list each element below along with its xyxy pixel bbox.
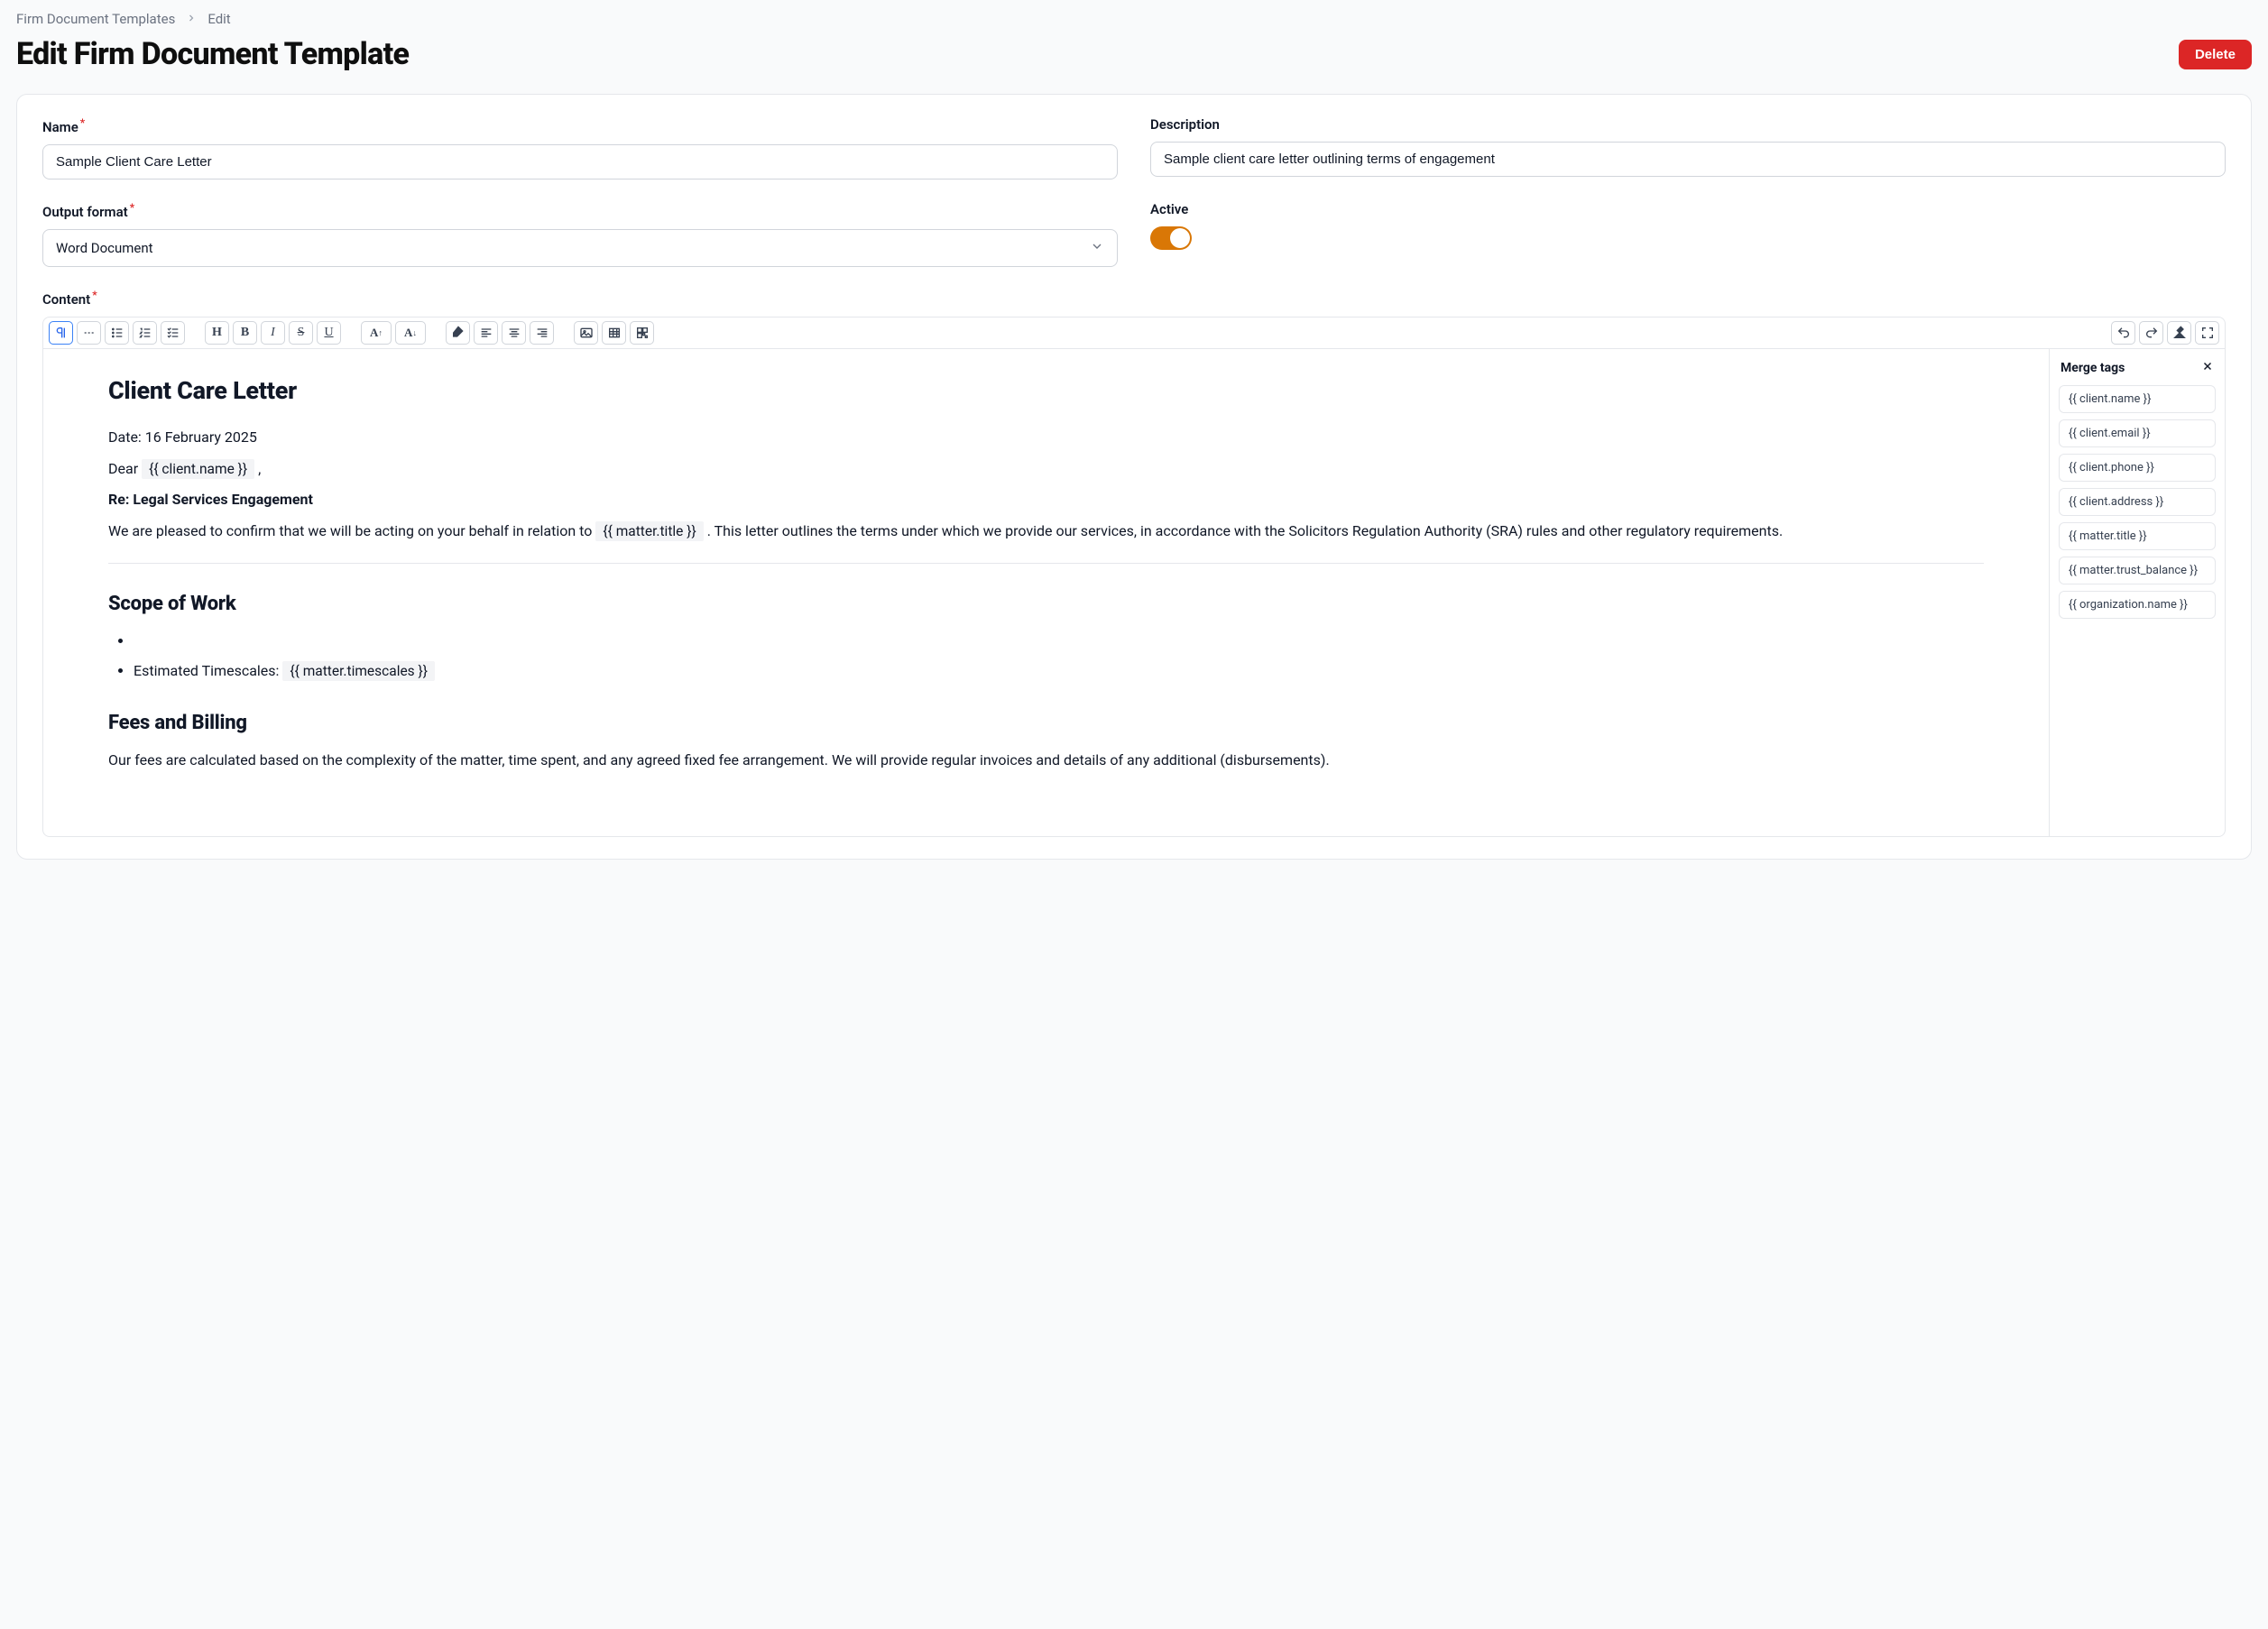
bullet-list-icon[interactable] bbox=[105, 321, 129, 345]
output-format-label: Output format bbox=[42, 201, 1118, 220]
clear-format-icon[interactable] bbox=[2167, 321, 2191, 345]
breadcrumb-current: Edit bbox=[207, 11, 230, 27]
merge-tag-item[interactable]: {{ client.name }} bbox=[2059, 385, 2216, 413]
active-group: Active bbox=[1150, 201, 2226, 267]
merge-tag-item[interactable]: {{ client.phone }} bbox=[2059, 454, 2216, 482]
strikethrough-icon[interactable]: S bbox=[289, 321, 313, 345]
editor-body: Client Care Letter Date: 16 February 202… bbox=[43, 349, 2225, 836]
fullscreen-icon[interactable] bbox=[2195, 321, 2219, 345]
form-row-1: Name Description bbox=[42, 116, 2226, 179]
output-format-select[interactable]: Word Document bbox=[42, 229, 1118, 267]
image-icon[interactable] bbox=[574, 321, 598, 345]
merge-tags-panel: Merge tags {{ client.name }} {{ client.em… bbox=[2049, 349, 2225, 836]
output-format-group: Output format Word Document bbox=[42, 201, 1118, 267]
description-input[interactable] bbox=[1150, 142, 2226, 177]
doc-re-line: Re: Legal Services Engagement bbox=[108, 491, 313, 508]
merge-tag-item[interactable]: {{ client.address }} bbox=[2059, 488, 2216, 516]
doc-date: Date: 16 February 2025 bbox=[108, 427, 1984, 449]
merge-code: {{ matter.title }} bbox=[595, 521, 703, 541]
name-label: Name bbox=[42, 116, 1118, 135]
doc-fees-body: Our fees are calculated based on the com… bbox=[108, 750, 1984, 772]
underline-icon[interactable]: U bbox=[317, 321, 341, 345]
undo-icon[interactable] bbox=[2111, 321, 2135, 345]
form-row-2: Output format Word Document Active bbox=[42, 201, 2226, 267]
description-label: Description bbox=[1150, 116, 2226, 133]
merge-tag-item[interactable]: {{ organization.name }} bbox=[2059, 591, 2216, 619]
align-right-icon[interactable] bbox=[530, 321, 554, 345]
breadcrumb: Firm Document Templates Edit bbox=[16, 11, 2252, 27]
toolbar-right bbox=[2111, 321, 2219, 345]
merge-tags-list: {{ client.name }} {{ client.email }} {{ cl… bbox=[2059, 385, 2216, 619]
toggle-knob bbox=[1170, 228, 1190, 248]
italic-icon[interactable]: I bbox=[261, 321, 285, 345]
chevron-right-icon bbox=[186, 11, 197, 27]
description-group: Description bbox=[1150, 116, 2226, 179]
doc-title: Client Care Letter bbox=[108, 373, 1984, 410]
editor-toolbar: H B I S U A↑ A↓ bbox=[43, 318, 2225, 349]
merge-code: {{ client.name }} bbox=[142, 459, 254, 479]
document-content[interactable]: Client Care Letter Date: 16 February 202… bbox=[43, 349, 2049, 836]
content-label: Content bbox=[42, 289, 2226, 308]
close-icon[interactable] bbox=[2201, 360, 2214, 376]
doc-scope-list: Estimated Timescales: {{ matter.timescal… bbox=[108, 630, 1984, 683]
table-icon[interactable] bbox=[602, 321, 626, 345]
output-format-value: Word Document bbox=[56, 240, 153, 256]
horizontal-rule-icon[interactable] bbox=[77, 321, 101, 345]
align-left-icon[interactable] bbox=[474, 321, 498, 345]
editor: H B I S U A↑ A↓ bbox=[42, 317, 2226, 837]
task-list-icon[interactable] bbox=[161, 321, 185, 345]
merge-tags-title: Merge tags bbox=[2061, 361, 2125, 375]
doc-scope-heading: Scope of Work bbox=[108, 589, 1984, 620]
list-item: Estimated Timescales: {{ matter.timescal… bbox=[134, 660, 1984, 683]
name-input[interactable] bbox=[42, 144, 1118, 179]
divider bbox=[108, 563, 1984, 564]
bold-icon[interactable]: B bbox=[233, 321, 257, 345]
list-item bbox=[134, 630, 1984, 653]
page-title: Edit Firm Document Template bbox=[16, 36, 409, 72]
active-label: Active bbox=[1150, 201, 2226, 217]
toolbar-left: H B I S U A↑ A↓ bbox=[49, 321, 670, 345]
merge-tag-item[interactable]: {{ matter.trust_balance }} bbox=[2059, 557, 2216, 584]
merge-code: {{ matter.timescales }} bbox=[282, 661, 435, 681]
delete-button[interactable]: Delete bbox=[2179, 40, 2252, 69]
merge-tags-icon[interactable] bbox=[630, 321, 654, 345]
numbered-list-icon[interactable] bbox=[133, 321, 157, 345]
name-group: Name bbox=[42, 116, 1118, 179]
merge-tag-item[interactable]: {{ matter.title }} bbox=[2059, 522, 2216, 550]
redo-icon[interactable] bbox=[2139, 321, 2163, 345]
heading-icon[interactable]: H bbox=[205, 321, 229, 345]
doc-intro: We are pleased to confirm that we will b… bbox=[108, 520, 1984, 543]
doc-salutation: Dear {{ client.name }} , bbox=[108, 458, 1984, 481]
font-increase-icon[interactable]: A↑ bbox=[361, 321, 392, 345]
form-card: Name Description Output format Word Docu… bbox=[16, 94, 2252, 860]
align-center-icon[interactable] bbox=[502, 321, 526, 345]
merge-tag-item[interactable]: {{ client.email }} bbox=[2059, 419, 2216, 447]
paragraph-icon[interactable] bbox=[49, 321, 73, 345]
page-header: Edit Firm Document Template Delete bbox=[16, 36, 2252, 72]
highlight-icon[interactable] bbox=[446, 321, 470, 345]
active-toggle[interactable] bbox=[1150, 226, 1192, 250]
doc-fees-heading: Fees and Billing bbox=[108, 708, 1984, 739]
content-group: Content H B I S U bbox=[42, 289, 2226, 837]
chevron-down-icon bbox=[1090, 239, 1104, 257]
breadcrumb-parent-link[interactable]: Firm Document Templates bbox=[16, 11, 175, 27]
font-decrease-icon[interactable]: A↓ bbox=[395, 321, 426, 345]
